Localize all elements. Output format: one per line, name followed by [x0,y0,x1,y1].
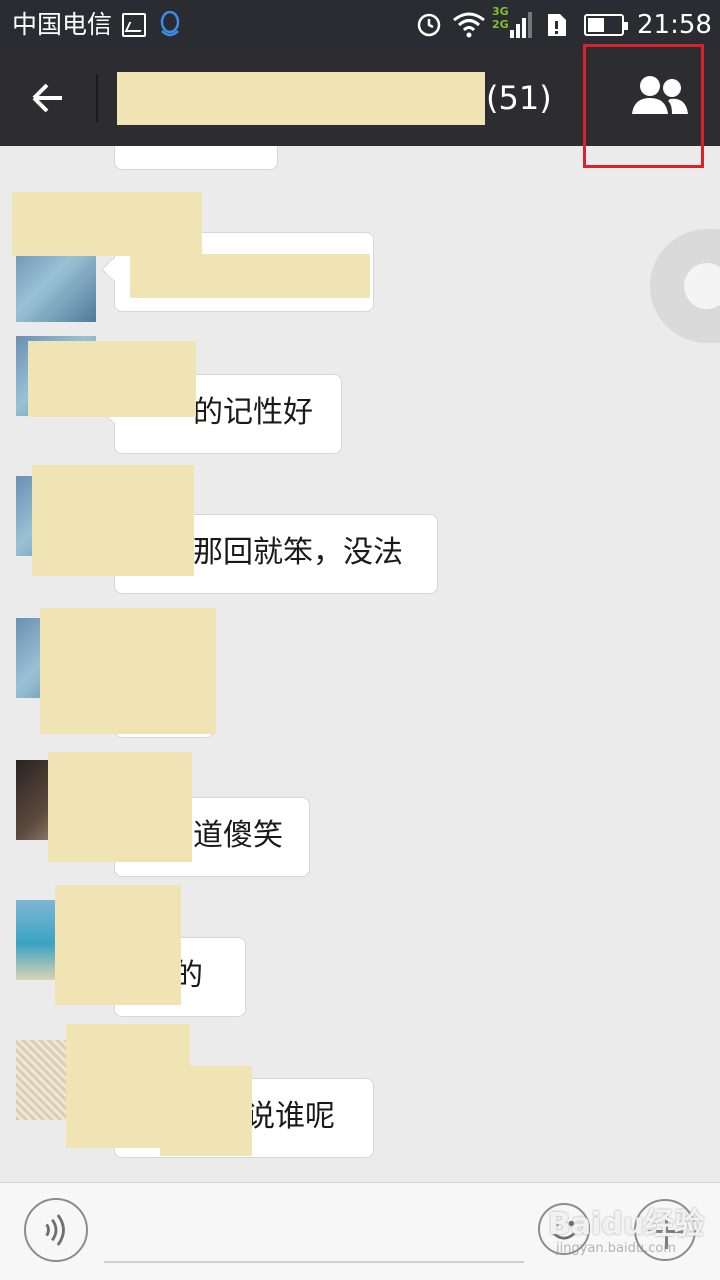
arrow-left-icon[interactable] [20,70,76,126]
input-bar: Baidu经验 jingyan.baidu.com [0,1182,720,1280]
baidu-watermark-url: jingyan.baidu.com [556,1241,676,1256]
redaction [32,465,194,576]
redaction [48,752,192,862]
redaction [55,885,181,1005]
network-type-badge: 3G 2G [492,5,509,31]
title-divider [96,74,98,122]
alarm-icon [417,13,441,37]
message-list[interactable]: 的记性好 那回就笨，没法 道傻笑 的 说谁呢 [0,146,720,1182]
message-input[interactable] [104,1201,524,1263]
carrier-name: 中国电信 [12,10,113,39]
message-item: 那回就笨，没法 [0,465,720,606]
message-item: 的记性好 [0,336,720,466]
redaction [160,1066,252,1156]
battery-icon [584,14,628,36]
redaction [28,341,196,417]
group-member-count: (51) [486,79,552,117]
message-item: 说谁呢 [0,1024,720,1170]
qq-icon [160,11,180,37]
image-icon [122,13,146,37]
voice-icon[interactable] [24,1198,88,1262]
wifi-icon [453,12,485,38]
redaction [12,192,202,256]
message-item: 的 [0,885,720,1030]
clock: 21:58 [637,10,712,40]
signal-icon [510,12,532,38]
message-bubble[interactable] [114,146,278,170]
message-item [0,608,720,748]
message-item: 道傻笑 [0,752,720,890]
redaction [130,254,370,298]
chat-screen: 中国电信 3G 2G 21:58 (51) 的记性好 那回就笨，没法 道傻笑 的… [0,0,720,1280]
message-item [0,192,720,322]
message-item [0,146,720,176]
redaction [40,608,216,734]
sim-icon [548,14,566,36]
status-bar: 中国电信 3G 2G 21:58 [0,0,720,50]
group-name-redaction [117,72,485,125]
baidu-watermark: Baidu经验 [548,1207,705,1242]
